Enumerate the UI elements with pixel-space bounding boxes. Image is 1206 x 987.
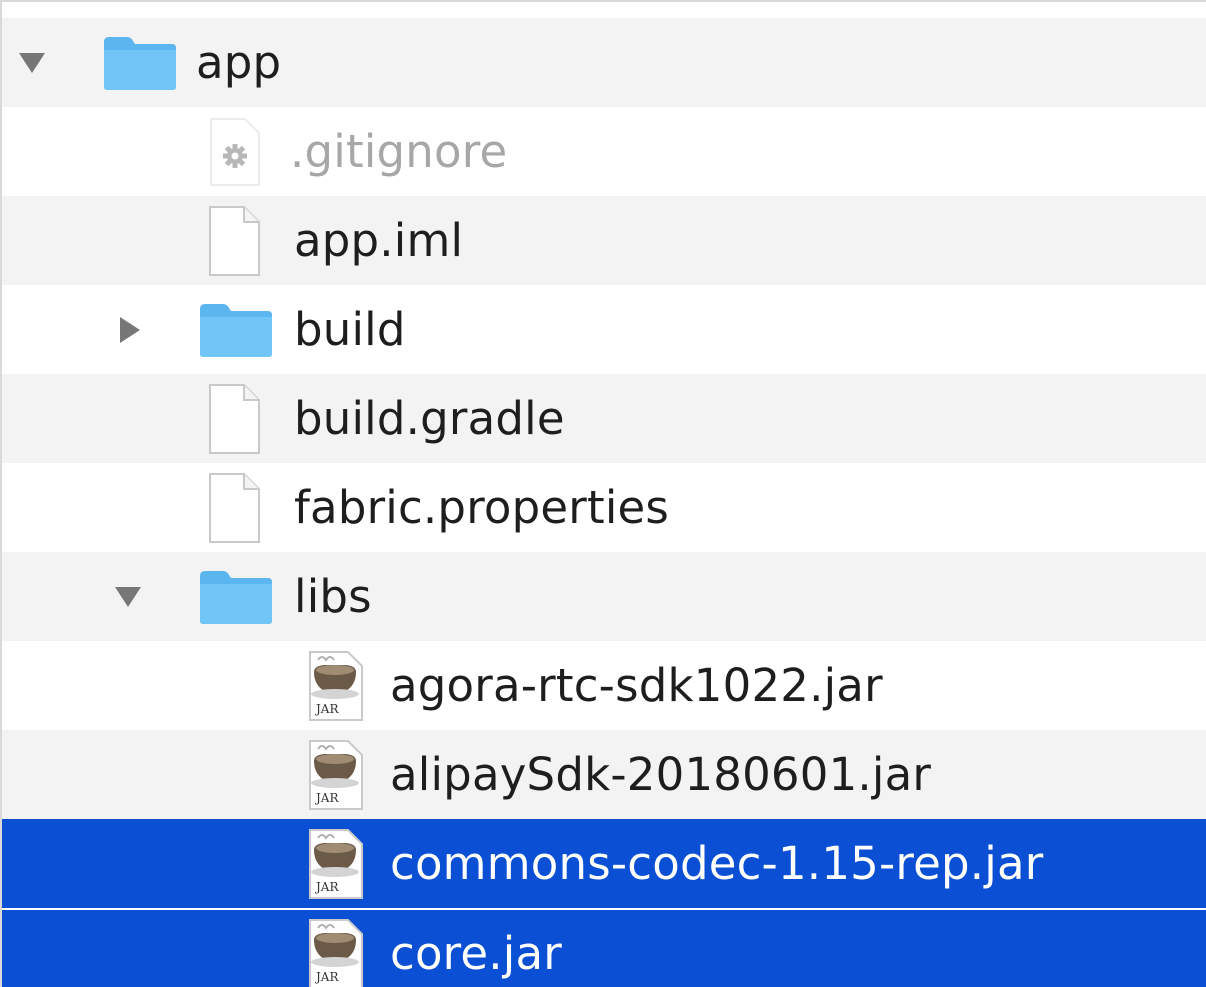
tree-row-app[interactable]: app: [2, 18, 1206, 107]
disclosure-triangle-down-icon[interactable]: [14, 45, 50, 81]
jar-badge: JAR: [316, 701, 339, 716]
tree-item-label: build.gradle: [294, 392, 565, 445]
tree-row-libs[interactable]: libs: [2, 552, 1206, 641]
disclosure-triangle-right-icon[interactable]: [112, 312, 148, 348]
jar-badge: JAR: [316, 790, 339, 805]
jar-file-icon: JAR: [304, 918, 366, 987]
folder-icon: [198, 301, 274, 359]
jar-badge: JAR: [316, 969, 339, 984]
tree-item-label: alipaySdk-20180601.jar: [390, 748, 932, 801]
tree-row-fabric-properties[interactable]: fabric.properties: [2, 463, 1206, 552]
tree-item-label: commons-codec-1.15-rep.jar: [390, 837, 1044, 890]
tree-item-label: core.jar: [390, 927, 562, 980]
tree-row-alipay-jar[interactable]: JAR alipaySdk-20180601.jar: [2, 730, 1206, 819]
folder-icon: [198, 568, 274, 626]
folder-icon: [102, 34, 178, 92]
jar-badge: JAR: [316, 879, 339, 894]
document-icon: [207, 383, 261, 455]
file-tree: app .gitignore app.iml build build.gradl…: [0, 0, 1206, 987]
tree-row-agora-jar[interactable]: JAR agora-rtc-sdk1022.jar: [2, 641, 1206, 730]
document-icon: [207, 472, 261, 544]
tree-item-label: agora-rtc-sdk1022.jar: [390, 659, 883, 712]
gear-file-icon: [207, 117, 261, 187]
tree-row-gitignore[interactable]: .gitignore: [2, 107, 1206, 196]
tree-item-label: build: [294, 303, 406, 356]
tree-item-label: fabric.properties: [294, 481, 670, 534]
jar-file-icon: JAR: [304, 739, 366, 811]
document-icon: [207, 205, 261, 277]
jar-file-icon: JAR: [304, 650, 366, 722]
tree-item-label: app: [196, 36, 282, 89]
tree-item-label: .gitignore: [290, 125, 508, 178]
tree-row-app-iml[interactable]: app.iml: [2, 196, 1206, 285]
jar-file-icon: JAR: [304, 828, 366, 900]
tree-item-label: libs: [294, 570, 372, 623]
tree-row-build[interactable]: build: [2, 285, 1206, 374]
tree-row-commons-codec-jar[interactable]: JAR commons-codec-1.15-rep.jar: [2, 819, 1206, 908]
disclosure-triangle-down-icon[interactable]: [110, 579, 146, 615]
tree-item-label: app.iml: [294, 214, 464, 267]
tree-row-build-gradle[interactable]: build.gradle: [2, 374, 1206, 463]
tree-row-core-jar[interactable]: JAR core.jar: [2, 908, 1206, 987]
